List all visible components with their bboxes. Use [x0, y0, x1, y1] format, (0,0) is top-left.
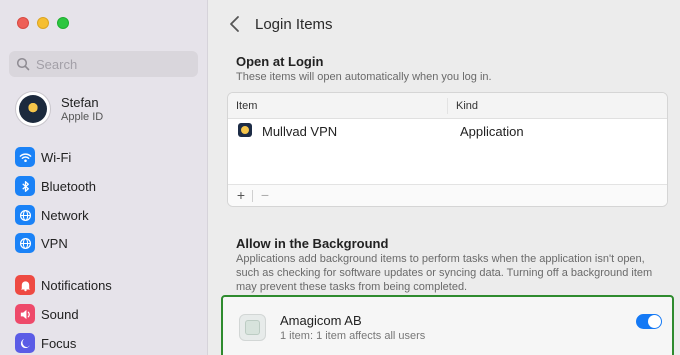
search-input[interactable] — [36, 56, 186, 72]
zoom-window-button[interactable] — [57, 17, 69, 29]
app-placeholder-icon — [239, 314, 266, 341]
main-pane: Login Items Open at Login These items wi… — [209, 0, 680, 355]
allow-background-description: Applications add background items to per… — [236, 253, 653, 293]
login-items-table: Item Kind Mullvad VPN Application + − — [227, 92, 668, 207]
avatar — [15, 91, 51, 127]
sidebar-item-notifications[interactable]: Notifications — [15, 275, 112, 295]
wifi-icon — [15, 147, 35, 167]
table-footer: + − — [228, 184, 667, 206]
bell-icon — [15, 275, 35, 295]
mullvad-app-icon — [238, 123, 252, 137]
open-at-login-description: These items will open automatically when… — [236, 71, 492, 83]
open-at-login-title: Open at Login — [236, 54, 324, 69]
row-item-kind: Application — [460, 124, 524, 139]
background-item-toggle[interactable] — [636, 314, 662, 329]
column-header-kind[interactable]: Kind — [456, 100, 478, 112]
add-login-item-button[interactable]: + — [234, 187, 248, 203]
remove-login-item-button[interactable]: − — [258, 187, 272, 203]
sidebar-item-label: Sound — [41, 306, 79, 322]
window-controls — [17, 17, 69, 29]
sidebar-item-label: VPN — [41, 235, 68, 251]
sidebar-item-sound[interactable]: Sound — [15, 304, 79, 324]
search-icon — [16, 57, 30, 71]
page-title: Login Items — [255, 16, 333, 33]
sidebar-item-focus[interactable]: Focus — [15, 333, 76, 353]
background-item-name: Amagicom AB — [280, 313, 362, 328]
minimize-window-button[interactable] — [37, 17, 49, 29]
sidebar-item-label: Notifications — [41, 277, 112, 293]
apple-id-profile[interactable]: Stefan Apple ID — [15, 91, 103, 127]
profile-name: Stefan — [61, 95, 99, 110]
speaker-icon — [15, 304, 35, 324]
sidebar-item-vpn[interactable]: VPN — [15, 233, 68, 253]
sidebar-item-bluetooth[interactable]: Bluetooth — [15, 176, 96, 196]
column-header-item[interactable]: Item — [236, 100, 257, 112]
sidebar-item-network[interactable]: Network — [15, 205, 89, 225]
sidebar-item-wifi[interactable]: Wi-Fi — [15, 147, 71, 167]
sidebar-item-label: Wi-Fi — [41, 149, 72, 165]
search-field[interactable] — [9, 51, 198, 77]
background-item-row: Amagicom AB 1 item: 1 item affects all u… — [221, 295, 674, 355]
bluetooth-icon — [15, 176, 35, 196]
table-row[interactable]: Mullvad VPN Application — [228, 119, 667, 143]
globe-icon — [15, 205, 35, 225]
table-header: Item Kind — [228, 93, 667, 119]
sidebar: Stefan Apple ID Wi-Fi Bluetooth Network — [0, 0, 208, 355]
close-window-button[interactable] — [17, 17, 29, 29]
back-chevron-icon[interactable] — [227, 15, 243, 33]
row-item-name: Mullvad VPN — [262, 124, 338, 139]
sidebar-item-label: Bluetooth — [41, 178, 96, 194]
sidebar-item-label: Focus — [41, 335, 77, 351]
globe-icon — [15, 233, 35, 253]
background-item-detail: 1 item: 1 item affects all users — [280, 330, 426, 342]
system-settings-window: Stefan Apple ID Wi-Fi Bluetooth Network — [0, 0, 680, 355]
allow-background-title: Allow in the Background — [236, 236, 389, 251]
moon-icon — [15, 333, 35, 353]
sidebar-item-label: Network — [41, 207, 89, 223]
profile-subtitle: Apple ID — [61, 111, 104, 123]
